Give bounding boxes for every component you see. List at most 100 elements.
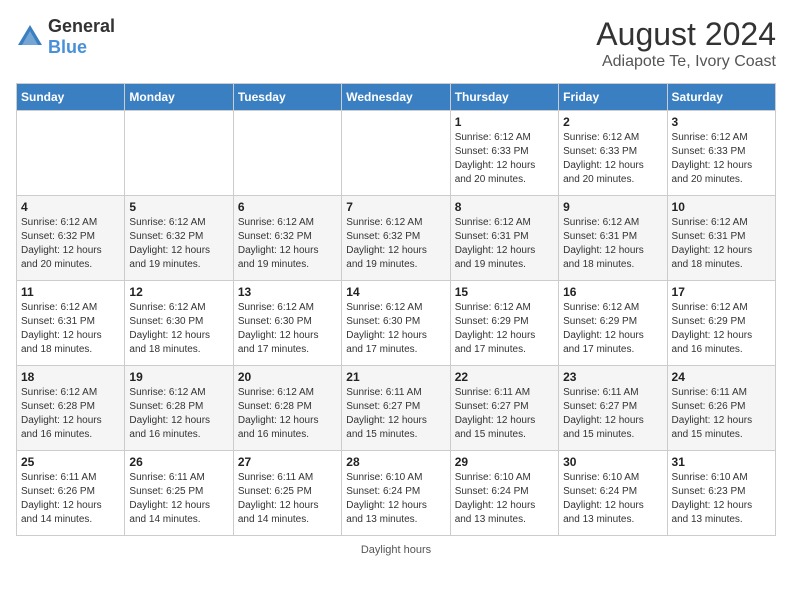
calendar-cell: [233, 111, 341, 196]
calendar-cell: 14Sunrise: 6:12 AM Sunset: 6:30 PM Dayli…: [342, 281, 450, 366]
title-block: August 2024 Adiapote Te, Ivory Coast: [596, 16, 776, 71]
day-info: Sunrise: 6:12 AM Sunset: 6:31 PM Dayligh…: [21, 301, 120, 357]
logo-text: General Blue: [48, 16, 115, 58]
logo: General Blue: [16, 16, 115, 58]
calendar-cell: 28 Sunrise: 6:10 AM Sunset: 6:24 PM Dayli…: [342, 451, 450, 536]
day-of-week-header: Saturday: [667, 84, 775, 111]
day-of-week-header: Tuesday: [233, 84, 341, 111]
day-info: Sunrise: 6:12 AM Sunset: 6:33 PM Dayligh…: [455, 131, 554, 187]
header-row: SundayMondayTuesdayWednesdayThursdayFrid…: [17, 84, 776, 111]
calendar-cell: 10 Sunrise: 6:12 AM Sunset: 6:31 PM Dayli…: [667, 196, 775, 281]
day-number: 4: [21, 200, 120, 214]
day-info: Sunrise: 6:12 AM Sunset: 6:31 PM Dayligh…: [563, 216, 662, 272]
day-info: Sunrise: 6:11 AM Sunset: 6:25 PM Dayligh…: [238, 471, 337, 527]
day-info: Sunrise: 6:11 AM Sunset: 6:27 PM Dayligh…: [346, 386, 445, 442]
day-info: Sunrise: 6:10 AM Sunset: 6:24 PM Dayligh…: [346, 471, 445, 527]
calendar-cell: 31Sunrise: 6:10 AM Sunset: 6:23 PM Dayli…: [667, 451, 775, 536]
calendar-week-row: 11 Sunrise: 6:12 AM Sunset: 6:31 PM Dayli…: [17, 281, 776, 366]
day-number: 11: [21, 285, 120, 299]
calendar-cell: 29 Sunrise: 6:10 AM Sunset: 6:24 PM Dayli…: [450, 451, 558, 536]
calendar-cell: 15Sunrise: 6:12 AM Sunset: 6:29 PM Dayli…: [450, 281, 558, 366]
day-info: Sunrise: 6:12 AM Sunset: 6:29 PM Dayligh…: [672, 301, 771, 357]
day-info: Sunrise: 6:11 AM Sunset: 6:27 PM Dayligh…: [455, 386, 554, 442]
calendar-cell: 27 Sunrise: 6:11 AM Sunset: 6:25 PM Dayli…: [233, 451, 341, 536]
day-info: Sunrise: 6:10 AM Sunset: 6:24 PM Dayligh…: [455, 471, 554, 527]
calendar-header: SundayMondayTuesdayWednesdayThursdayFrid…: [17, 84, 776, 111]
day-info: Sunrise: 6:12 AM Sunset: 6:32 PM Dayligh…: [21, 216, 120, 272]
day-number: 7: [346, 200, 445, 214]
day-number: 9: [563, 200, 662, 214]
day-info: Sunrise: 6:12 AM Sunset: 6:30 PM Dayligh…: [346, 301, 445, 357]
day-number: 20: [238, 370, 337, 384]
calendar-cell: 2 Sunrise: 6:12 AM Sunset: 6:33 PM Daylig…: [559, 111, 667, 196]
calendar-cell: 24Sunrise: 6:11 AM Sunset: 6:26 PM Dayli…: [667, 366, 775, 451]
calendar-cell: 22 Sunrise: 6:11 AM Sunset: 6:27 PM Dayli…: [450, 366, 558, 451]
day-of-week-header: Thursday: [450, 84, 558, 111]
day-info: Sunrise: 6:12 AM Sunset: 6:28 PM Dayligh…: [129, 386, 228, 442]
day-info: Sunrise: 6:11 AM Sunset: 6:26 PM Dayligh…: [672, 386, 771, 442]
calendar-cell: 12Sunrise: 6:12 AM Sunset: 6:30 PM Dayli…: [125, 281, 233, 366]
day-of-week-header: Monday: [125, 84, 233, 111]
calendar-cell: [342, 111, 450, 196]
day-number: 27: [238, 455, 337, 469]
calendar-week-row: 1Sunrise: 6:12 AM Sunset: 6:33 PM Daylig…: [17, 111, 776, 196]
day-number: 28: [346, 455, 445, 469]
logo-blue: Blue: [48, 37, 87, 57]
footer-note: Daylight hours: [16, 544, 776, 556]
day-info: Sunrise: 6:10 AM Sunset: 6:24 PM Dayligh…: [563, 471, 662, 527]
calendar-cell: 18 Sunrise: 6:12 AM Sunset: 6:28 PM Dayli…: [17, 366, 125, 451]
day-info: Sunrise: 6:11 AM Sunset: 6:27 PM Dayligh…: [563, 386, 662, 442]
day-number: 21: [346, 370, 445, 384]
day-of-week-header: Sunday: [17, 84, 125, 111]
day-info: Sunrise: 6:12 AM Sunset: 6:33 PM Dayligh…: [563, 131, 662, 187]
calendar-cell: 20 Sunrise: 6:12 AM Sunset: 6:28 PM Dayli…: [233, 366, 341, 451]
calendar-cell: 5 Sunrise: 6:12 AM Sunset: 6:32 PM Daylig…: [125, 196, 233, 281]
day-number: 5: [129, 200, 228, 214]
day-number: 23: [563, 370, 662, 384]
calendar-cell: 16 Sunrise: 6:12 AM Sunset: 6:29 PM Dayli…: [559, 281, 667, 366]
calendar-week-row: 25Sunrise: 6:11 AM Sunset: 6:26 PM Dayli…: [17, 451, 776, 536]
day-info: Sunrise: 6:12 AM Sunset: 6:28 PM Dayligh…: [238, 386, 337, 442]
calendar-cell: 23 Sunrise: 6:11 AM Sunset: 6:27 PM Dayli…: [559, 366, 667, 451]
calendar-cell: 1Sunrise: 6:12 AM Sunset: 6:33 PM Daylig…: [450, 111, 558, 196]
day-of-week-header: Friday: [559, 84, 667, 111]
day-number: 31: [672, 455, 771, 469]
day-info: Sunrise: 6:12 AM Sunset: 6:30 PM Dayligh…: [238, 301, 337, 357]
day-info: Sunrise: 6:12 AM Sunset: 6:29 PM Dayligh…: [455, 301, 554, 357]
day-number: 26: [129, 455, 228, 469]
calendar-cell: 8 Sunrise: 6:12 AM Sunset: 6:31 PM Daylig…: [450, 196, 558, 281]
logo-general: General: [48, 16, 115, 36]
day-info: Sunrise: 6:12 AM Sunset: 6:32 PM Dayligh…: [346, 216, 445, 272]
daylight-label: Daylight hours: [361, 544, 431, 556]
calendar-cell: 13 Sunrise: 6:12 AM Sunset: 6:30 PM Dayli…: [233, 281, 341, 366]
calendar-body: 1Sunrise: 6:12 AM Sunset: 6:33 PM Daylig…: [17, 111, 776, 536]
calendar-cell: 30 Sunrise: 6:10 AM Sunset: 6:24 PM Dayli…: [559, 451, 667, 536]
day-number: 16: [563, 285, 662, 299]
page-header: General Blue August 2024 Adiapote Te, Iv…: [16, 16, 776, 71]
day-info: Sunrise: 6:12 AM Sunset: 6:32 PM Dayligh…: [129, 216, 228, 272]
day-info: Sunrise: 6:12 AM Sunset: 6:33 PM Dayligh…: [672, 131, 771, 187]
calendar-cell: 4 Sunrise: 6:12 AM Sunset: 6:32 PM Daylig…: [17, 196, 125, 281]
day-info: Sunrise: 6:12 AM Sunset: 6:28 PM Dayligh…: [21, 386, 120, 442]
day-number: 13: [238, 285, 337, 299]
logo-icon: [16, 23, 44, 51]
calendar-cell: 25Sunrise: 6:11 AM Sunset: 6:26 PM Dayli…: [17, 451, 125, 536]
day-info: Sunrise: 6:12 AM Sunset: 6:29 PM Dayligh…: [563, 301, 662, 357]
day-info: Sunrise: 6:12 AM Sunset: 6:31 PM Dayligh…: [455, 216, 554, 272]
day-number: 10: [672, 200, 771, 214]
calendar-table: SundayMondayTuesdayWednesdayThursdayFrid…: [16, 83, 776, 536]
calendar-week-row: 18 Sunrise: 6:12 AM Sunset: 6:28 PM Dayli…: [17, 366, 776, 451]
day-number: 29: [455, 455, 554, 469]
day-number: 17: [672, 285, 771, 299]
day-number: 3: [672, 115, 771, 129]
day-number: 30: [563, 455, 662, 469]
calendar-cell: 17 Sunrise: 6:12 AM Sunset: 6:29 PM Dayli…: [667, 281, 775, 366]
day-info: Sunrise: 6:12 AM Sunset: 6:31 PM Dayligh…: [672, 216, 771, 272]
day-number: 8: [455, 200, 554, 214]
day-info: Sunrise: 6:11 AM Sunset: 6:26 PM Dayligh…: [21, 471, 120, 527]
day-number: 22: [455, 370, 554, 384]
day-info: Sunrise: 6:12 AM Sunset: 6:32 PM Dayligh…: [238, 216, 337, 272]
day-number: 2: [563, 115, 662, 129]
day-number: 18: [21, 370, 120, 384]
subtitle: Adiapote Te, Ivory Coast: [596, 53, 776, 71]
